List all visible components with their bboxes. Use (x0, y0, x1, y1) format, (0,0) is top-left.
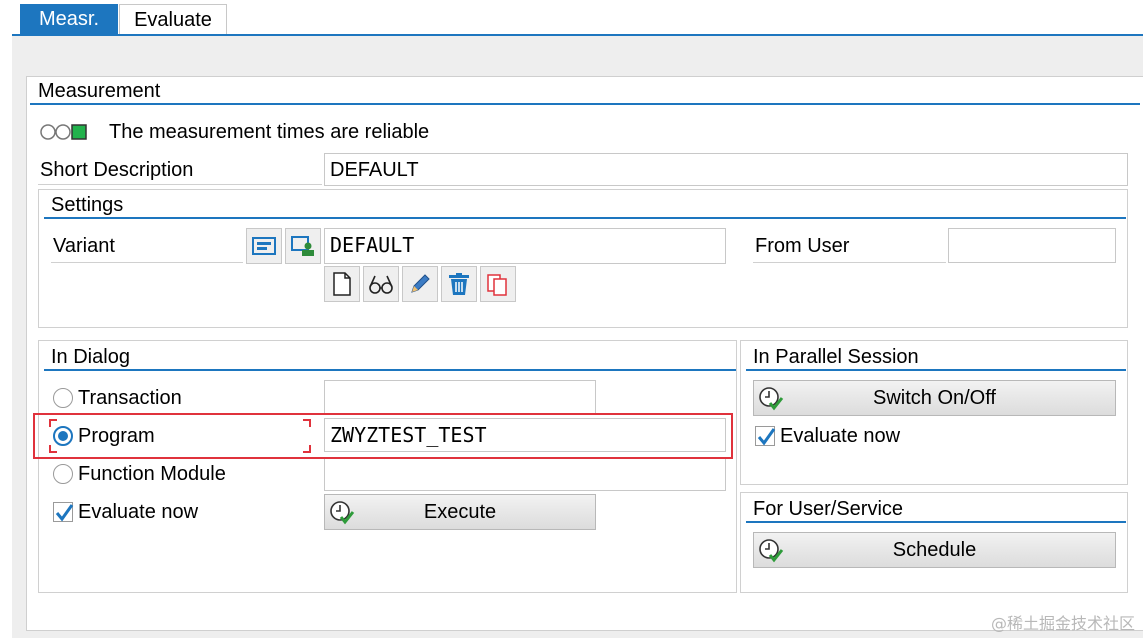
trash-icon (449, 273, 469, 295)
delete-variant-button[interactable] (441, 266, 477, 302)
checkmark-icon (757, 428, 776, 446)
variant-label: Variant (53, 235, 115, 257)
copy-variant-button[interactable] (480, 266, 516, 302)
measurement-title-line (30, 103, 1140, 105)
clock-check-icon (329, 500, 355, 532)
create-variant-button[interactable] (324, 266, 360, 302)
schedule-button[interactable]: Schedule (753, 532, 1116, 568)
from-user-field[interactable] (948, 228, 1116, 263)
user-service-title: For User/Service (753, 498, 904, 520)
variant-catalog-button[interactable] (246, 228, 282, 264)
short-description-label-line (38, 184, 322, 185)
focus-corner-bl (49, 445, 57, 453)
traffic-light-icon (40, 123, 88, 141)
tab-measr[interactable]: Measr. (20, 4, 118, 35)
transaction-radio[interactable] (53, 388, 73, 408)
evaluate-now-label: Evaluate now (78, 501, 199, 523)
display-variant-button[interactable] (363, 266, 399, 302)
focus-corner-tr (303, 419, 311, 427)
user-variant-icon (291, 236, 314, 256)
from-user-label-line (753, 262, 946, 263)
checkmark-icon (55, 504, 74, 522)
pencil-icon (411, 274, 430, 293)
short-description-label: Short Description (40, 159, 194, 181)
change-variant-button[interactable] (402, 266, 438, 302)
transaction-label: Transaction (78, 387, 182, 409)
transaction-field[interactable] (324, 380, 596, 414)
settings-title-line (44, 217, 1126, 219)
variant-field[interactable]: DEFAULT (324, 228, 726, 264)
variant-catalog-icon (252, 237, 276, 255)
focus-corner-br (303, 445, 311, 453)
parallel-evaluate-now-label: Evaluate now (780, 425, 901, 447)
measurement-status-text: The measurement times are reliable (109, 121, 430, 143)
function-module-label: Function Module (78, 463, 226, 485)
program-highlight-box (33, 413, 733, 459)
function-module-radio[interactable] (53, 464, 73, 484)
variant-user-button[interactable] (285, 228, 321, 264)
evaluate-now-checkbox[interactable] (53, 502, 74, 522)
measurement-title: Measurement (38, 80, 161, 102)
in-dialog-title: In Dialog (51, 346, 130, 368)
tab-evaluate[interactable]: Evaluate (119, 4, 227, 35)
clock-check-icon (758, 538, 784, 570)
new-document-icon (333, 272, 351, 296)
function-module-field[interactable] (324, 457, 726, 491)
switch-on-off-button[interactable]: Switch On/Off (753, 380, 1116, 416)
execute-label: Execute (423, 500, 497, 523)
from-user-label: From User (755, 235, 850, 257)
tab-bar: Measr. Evaluate (0, 0, 1143, 36)
execute-button[interactable]: Execute (324, 494, 596, 530)
settings-title: Settings (51, 194, 124, 216)
user-service-title-line (746, 521, 1126, 523)
copy-icon (487, 274, 507, 296)
watermark-text: @稀土掘金技术社区 (990, 614, 1135, 633)
schedule-label: Schedule (892, 538, 977, 561)
short-description-field[interactable]: DEFAULT (324, 153, 1128, 186)
in-dialog-title-line (44, 369, 736, 371)
focus-corner-tl (49, 419, 57, 427)
clock-check-icon (758, 386, 784, 418)
parallel-evaluate-now-checkbox[interactable] (755, 426, 776, 446)
switch-on-off-label: Switch On/Off (872, 386, 996, 409)
variant-label-line (51, 262, 243, 263)
parallel-session-title: In Parallel Session (753, 346, 919, 368)
glasses-icon (369, 275, 393, 294)
parallel-session-title-line (746, 369, 1126, 371)
